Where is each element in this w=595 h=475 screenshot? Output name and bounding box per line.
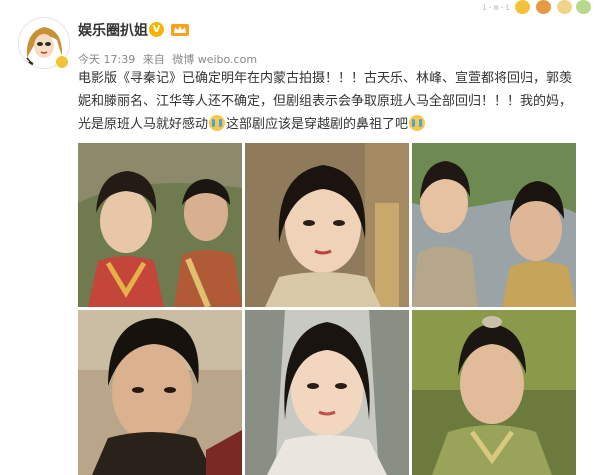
crown-badge-icon	[170, 21, 190, 37]
verified-v-icon: V	[149, 22, 164, 37]
photo-6[interactable]	[412, 310, 576, 475]
photo-3[interactable]	[412, 143, 576, 307]
photo-4[interactable]	[78, 310, 242, 475]
post-time[interactable]: 今天 17:39	[78, 53, 135, 66]
photo-1[interactable]	[78, 143, 242, 307]
post-meta: 今天 17:39 来自 微博 weibo.com	[78, 51, 261, 67]
post-source[interactable]: 微博 weibo.com	[172, 53, 257, 66]
crying-face-emoji-icon	[409, 115, 426, 131]
photo-2[interactable]	[245, 143, 409, 307]
decor-emoji-2-icon	[536, 0, 551, 14]
decor-faint-mark: i·m·i	[482, 3, 512, 12]
avatar-badge-icon	[55, 55, 69, 69]
decor-emoji-1-icon	[515, 0, 530, 14]
source-prefix: 来自	[142, 53, 165, 66]
username[interactable]: 娱乐圈扒姐	[78, 20, 148, 40]
post-text: 电影版《寻秦记》已确定明年在内蒙古拍摄！！！古天乐、林峰、宣萱都将回归，郭羡妮和…	[78, 67, 583, 136]
decor-emoji-4-icon	[576, 0, 591, 14]
decor-emoji-3-icon	[557, 0, 572, 14]
crying-face-emoji-icon	[209, 115, 226, 131]
top-decoration-strip: i·m·i	[470, 0, 595, 16]
photo-5[interactable]	[245, 310, 409, 475]
post-text-part2: 这部剧应该是穿越剧的鼻祖了吧	[226, 117, 409, 132]
